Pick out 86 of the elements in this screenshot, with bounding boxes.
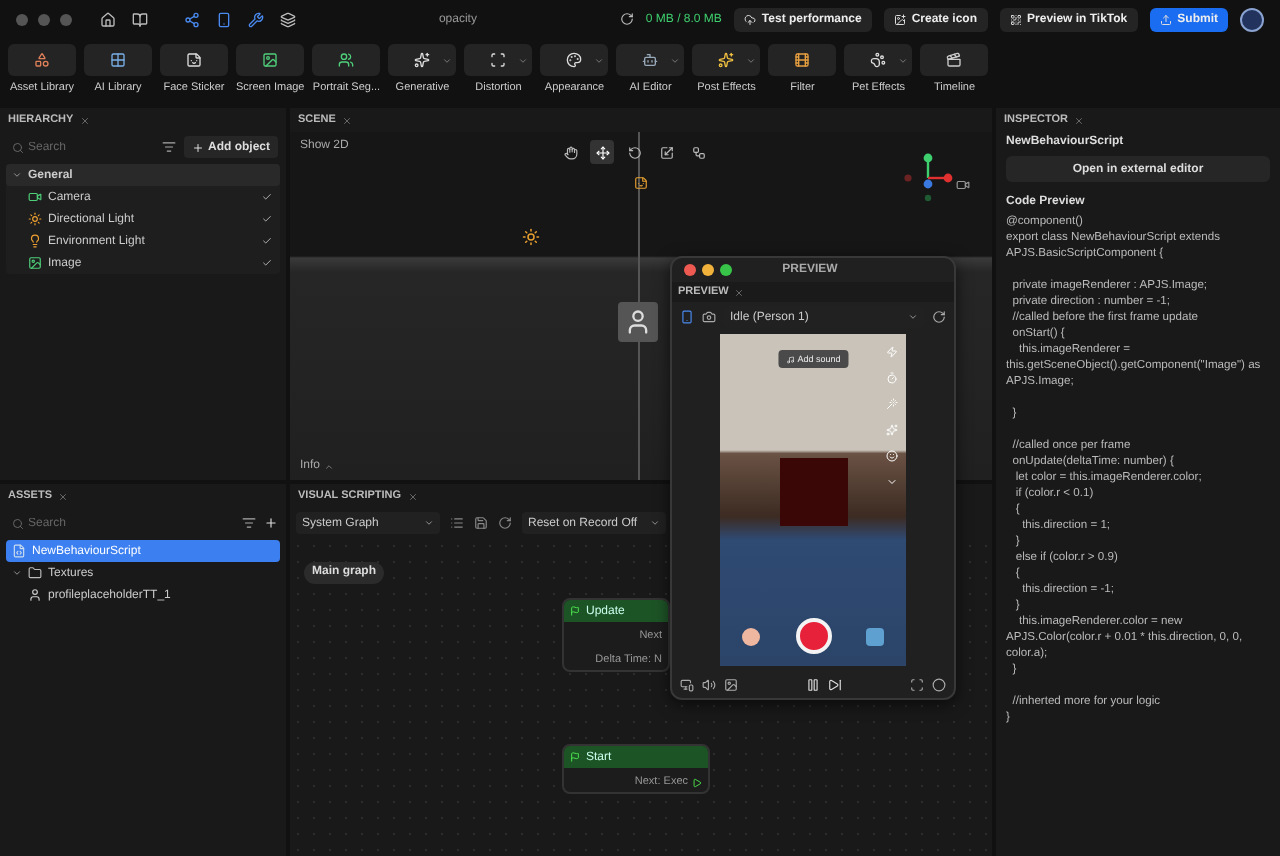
close-dot[interactable] bbox=[684, 264, 696, 276]
tool-icon bbox=[794, 52, 811, 68]
refresh-icon[interactable] bbox=[932, 310, 946, 324]
camera-icon[interactable] bbox=[702, 310, 716, 324]
share-icon[interactable] bbox=[184, 11, 200, 27]
sticker-icon bbox=[634, 176, 648, 190]
maximize-dot[interactable] bbox=[720, 264, 732, 276]
tool-icon bbox=[414, 52, 431, 68]
tool-icon bbox=[642, 52, 659, 68]
tool-icon bbox=[34, 52, 50, 68]
caret-icon[interactable] bbox=[518, 55, 529, 65]
caret-icon[interactable] bbox=[12, 170, 22, 180]
caret-icon[interactable] bbox=[670, 55, 681, 65]
script-file-icon bbox=[12, 544, 26, 558]
tool-icon bbox=[110, 52, 126, 68]
tool-icon bbox=[186, 52, 202, 68]
sun-icon bbox=[28, 212, 42, 226]
visible-check-icon[interactable] bbox=[262, 258, 272, 268]
face-icon[interactable] bbox=[886, 450, 898, 462]
caret-icon[interactable] bbox=[442, 55, 453, 65]
avatar[interactable] bbox=[1240, 7, 1264, 31]
home-icon[interactable] bbox=[100, 11, 116, 27]
light-icon[interactable] bbox=[522, 228, 540, 246]
scan-icon[interactable] bbox=[910, 678, 924, 692]
camera-icon bbox=[28, 190, 42, 204]
cloud-upload-icon bbox=[743, 13, 756, 25]
caret-icon[interactable] bbox=[594, 55, 605, 65]
layers-icon[interactable] bbox=[280, 11, 296, 27]
folder-icon bbox=[28, 566, 42, 580]
search-icon bbox=[12, 517, 24, 529]
caret-icon[interactable] bbox=[898, 55, 909, 65]
record-button[interactable] bbox=[795, 618, 831, 654]
plus-icon bbox=[192, 141, 204, 153]
wrench-icon[interactable] bbox=[248, 11, 264, 27]
caret-icon[interactable] bbox=[12, 568, 22, 578]
camera-icon[interactable] bbox=[956, 178, 970, 192]
record-icon[interactable] bbox=[932, 678, 946, 692]
chevron-down-icon bbox=[908, 312, 918, 322]
flag-icon bbox=[570, 752, 580, 762]
refresh-icon[interactable] bbox=[619, 12, 634, 26]
window-control-dot[interactable] bbox=[60, 13, 72, 25]
phone-icon[interactable] bbox=[216, 11, 232, 27]
visible-check-icon[interactable] bbox=[262, 236, 272, 246]
rendered-square bbox=[780, 458, 848, 526]
volume-icon[interactable] bbox=[702, 678, 716, 692]
picture-thumbnail-icon bbox=[28, 588, 42, 602]
step-icon[interactable] bbox=[828, 678, 842, 692]
phone-icon[interactable] bbox=[680, 310, 694, 324]
tool-icon bbox=[262, 52, 279, 68]
flag-icon bbox=[570, 606, 580, 616]
exec-port-icon[interactable] bbox=[692, 777, 702, 787]
tool-icon bbox=[338, 52, 355, 68]
image-icon bbox=[28, 256, 42, 270]
light-bulb-icon bbox=[28, 234, 42, 248]
image-plus-icon bbox=[893, 13, 906, 25]
visible-check-icon[interactable] bbox=[262, 214, 272, 224]
visible-check-icon[interactable] bbox=[262, 192, 272, 202]
tool-icon bbox=[946, 52, 963, 68]
music-note-icon bbox=[785, 355, 794, 363]
pause-icon[interactable] bbox=[806, 678, 820, 692]
image-object-icon[interactable] bbox=[618, 302, 658, 342]
list-icon[interactable] bbox=[450, 516, 464, 530]
window-control-dot[interactable] bbox=[38, 13, 50, 25]
image-icon[interactable] bbox=[724, 678, 738, 692]
tool-icon bbox=[566, 52, 583, 68]
caret-icon[interactable] bbox=[746, 55, 757, 65]
move-icon[interactable] bbox=[590, 140, 615, 164]
tool-icon bbox=[870, 52, 887, 68]
add-icon[interactable] bbox=[264, 516, 278, 530]
tool-icon bbox=[490, 52, 507, 68]
filter-icon[interactable] bbox=[162, 140, 176, 154]
caret-icon[interactable] bbox=[324, 461, 335, 471]
chevron-down-icon bbox=[650, 518, 660, 528]
filter-icon[interactable] bbox=[242, 516, 256, 530]
tool-icon bbox=[718, 52, 735, 68]
chevron-down-icon bbox=[424, 518, 434, 528]
save-icon[interactable] bbox=[474, 516, 488, 530]
qr-code-icon bbox=[1009, 13, 1022, 25]
refresh-icon[interactable] bbox=[498, 516, 512, 530]
search-icon bbox=[12, 141, 24, 153]
axis-gizmo-drawing[interactable] bbox=[902, 152, 954, 204]
devices-icon[interactable] bbox=[680, 678, 694, 692]
chevron-icon[interactable] bbox=[886, 476, 898, 488]
minimize-dot[interactable] bbox=[702, 264, 714, 276]
book-icon[interactable] bbox=[132, 11, 148, 27]
window-control-dot[interactable] bbox=[16, 13, 28, 25]
